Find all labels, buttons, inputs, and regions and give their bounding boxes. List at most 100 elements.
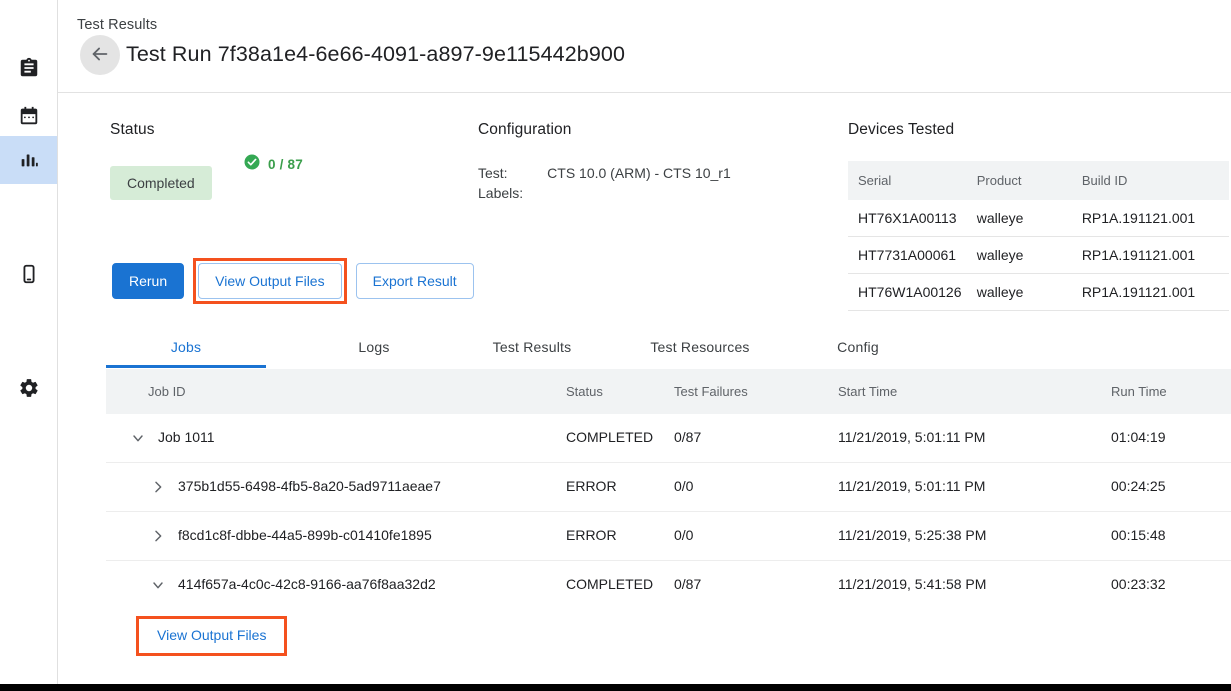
status-count-group: 0 / 87 bbox=[243, 153, 303, 176]
job-failures: 0/87 bbox=[674, 429, 701, 445]
sidebar-item-test-results[interactable] bbox=[0, 136, 57, 184]
table-row: HT76W1A00126 walleye RP1A.191121.001 bbox=[848, 274, 1229, 311]
status-heading: Status bbox=[110, 121, 212, 139]
job-failures: 0/0 bbox=[674, 527, 693, 543]
table-row[interactable]: 375b1d55-6498-4fb5-8a20-5ad9711aeae7 ERR… bbox=[106, 463, 1231, 512]
job-run-time: 01:04:19 bbox=[1111, 429, 1166, 445]
check-circle-icon bbox=[243, 153, 261, 176]
device-build: RP1A.191121.001 bbox=[1082, 237, 1229, 274]
tab-bar: Jobs Logs Test Results Test Resources Co… bbox=[106, 325, 1231, 370]
job-detail-row: View Output Files bbox=[106, 609, 1231, 665]
export-result-button[interactable]: Export Result bbox=[356, 263, 474, 299]
job-status: ERROR bbox=[566, 527, 617, 543]
devices-col-build: Build ID bbox=[1082, 161, 1229, 200]
jobs-col-run-time: Run Time bbox=[1111, 384, 1167, 399]
tab-test-results[interactable]: Test Results bbox=[472, 325, 592, 368]
device-serial: HT76W1A00126 bbox=[848, 274, 977, 311]
job-run-time: 00:24:25 bbox=[1111, 478, 1166, 494]
job-status: COMPLETED bbox=[566, 576, 653, 592]
device-product: walleye bbox=[977, 200, 1082, 237]
tab-jobs[interactable]: Jobs bbox=[106, 325, 266, 368]
action-buttons: Rerun View Output Files Export Result bbox=[112, 263, 474, 304]
devices-col-serial: Serial bbox=[848, 161, 977, 200]
table-row: HT76X1A00113 walleye RP1A.191121.001 bbox=[848, 200, 1229, 237]
configuration-section: Configuration Test: CTS 10.0 (ARM) - CTS… bbox=[478, 121, 731, 205]
view-output-files-button[interactable]: View Output Files bbox=[198, 263, 341, 299]
table-row: HT7731A00061 walleye RP1A.191121.001 bbox=[848, 237, 1229, 274]
sidebar-item-test-plans[interactable] bbox=[0, 92, 57, 140]
status-badge: Completed bbox=[110, 166, 212, 200]
chevron-down-icon[interactable] bbox=[148, 575, 168, 595]
arrow-left-icon bbox=[89, 43, 111, 68]
devices-heading: Devices Tested bbox=[848, 121, 1231, 139]
job-start-time: 11/21/2019, 5:41:58 PM bbox=[838, 576, 986, 592]
job-status: ERROR bbox=[566, 478, 617, 494]
devices-section: Devices Tested Serial Product Build ID H… bbox=[848, 121, 1231, 311]
gear-icon bbox=[18, 377, 40, 399]
calendar-icon bbox=[18, 105, 40, 127]
job-id: f8cd1c8f-dbbe-44a5-899b-c01410fe1895 bbox=[178, 527, 432, 543]
jobs-table-header: Job ID Status Test Failures Start Time R… bbox=[106, 369, 1231, 414]
job-id: 375b1d55-6498-4fb5-8a20-5ad9711aeae7 bbox=[178, 478, 441, 494]
configuration-heading: Configuration bbox=[478, 121, 731, 139]
config-value-labels bbox=[547, 185, 731, 205]
jobs-col-status: Status bbox=[566, 384, 603, 399]
tab-config-label: Config bbox=[837, 339, 879, 355]
breadcrumb[interactable]: Test Results bbox=[77, 17, 157, 33]
back-button[interactable] bbox=[80, 35, 120, 75]
app-window: Test Results Test Run 7f38a1e4-6e66-4091… bbox=[0, 0, 1231, 691]
config-row-labels: Labels: bbox=[478, 185, 731, 205]
job-id: Job 1011 bbox=[158, 429, 215, 445]
jobs-col-job-id: Job ID bbox=[148, 384, 186, 399]
chevron-right-icon[interactable] bbox=[148, 477, 168, 497]
sidebar-item-test-suites[interactable] bbox=[0, 44, 57, 92]
page-body: Status Completed 0 / 87 Rerun View Outpu… bbox=[58, 93, 1231, 684]
jobs-col-test-failures: Test Failures bbox=[674, 384, 748, 399]
tab-logs-label: Logs bbox=[358, 339, 389, 355]
table-row[interactable]: 414f657a-4c0c-42c8-9166-aa76f8aa32d2 COM… bbox=[106, 561, 1231, 609]
chevron-right-icon[interactable] bbox=[148, 526, 168, 546]
sidebar-item-settings[interactable] bbox=[0, 364, 57, 412]
tab-test-resources-label: Test Resources bbox=[650, 339, 749, 355]
job-status: COMPLETED bbox=[566, 429, 653, 445]
jobs-col-start-time: Start Time bbox=[838, 384, 897, 399]
job-run-time: 00:15:48 bbox=[1111, 527, 1166, 543]
job-start-time: 11/21/2019, 5:01:11 PM bbox=[838, 478, 985, 494]
job-view-output-files-link[interactable]: View Output Files bbox=[157, 627, 266, 643]
job-start-time: 11/21/2019, 5:25:38 PM bbox=[838, 527, 986, 543]
device-icon bbox=[18, 263, 40, 285]
tab-test-results-label: Test Results bbox=[493, 339, 572, 355]
config-value-test: CTS 10.0 (ARM) - CTS 10_r1 bbox=[547, 165, 731, 185]
config-key-labels: Labels: bbox=[478, 185, 547, 205]
table-row[interactable]: Job 1011 COMPLETED 0/87 11/21/2019, 5:01… bbox=[106, 414, 1231, 463]
table-row[interactable]: f8cd1c8f-dbbe-44a5-899b-c01410fe1895 ERR… bbox=[106, 512, 1231, 561]
device-product: walleye bbox=[977, 274, 1082, 311]
job-failures: 0/87 bbox=[674, 576, 701, 592]
device-build: RP1A.191121.001 bbox=[1082, 200, 1229, 237]
page-title: Test Run 7f38a1e4-6e66-4091-a897-9e11544… bbox=[126, 42, 625, 67]
tab-test-resources[interactable]: Test Resources bbox=[630, 325, 770, 368]
job-view-output-files-highlight[interactable]: View Output Files bbox=[136, 616, 287, 656]
tab-logs[interactable]: Logs bbox=[334, 325, 414, 368]
sidebar-item-devices[interactable] bbox=[0, 250, 57, 298]
status-count-text: 0 / 87 bbox=[268, 157, 303, 172]
job-id: 414f657a-4c0c-42c8-9166-aa76f8aa32d2 bbox=[178, 576, 436, 592]
device-serial: HT76X1A00113 bbox=[848, 200, 977, 237]
tab-jobs-label: Jobs bbox=[171, 339, 201, 355]
tab-config[interactable]: Config bbox=[818, 325, 898, 368]
configuration-table: Test: CTS 10.0 (ARM) - CTS 10_r1 Labels: bbox=[478, 165, 731, 205]
bottom-bar bbox=[0, 684, 1231, 691]
jobs-table: Job ID Status Test Failures Start Time R… bbox=[106, 369, 1231, 665]
chevron-down-icon[interactable] bbox=[128, 428, 148, 448]
devices-col-product: Product bbox=[977, 161, 1082, 200]
device-build: RP1A.191121.001 bbox=[1082, 274, 1229, 311]
status-section: Status Completed bbox=[110, 121, 212, 200]
view-output-files-highlight: View Output Files bbox=[193, 258, 346, 304]
rerun-button[interactable]: Rerun bbox=[112, 263, 184, 299]
job-failures: 0/0 bbox=[674, 478, 693, 494]
bar-chart-icon bbox=[18, 149, 40, 171]
device-product: walleye bbox=[977, 237, 1082, 274]
page-header: Test Results Test Run 7f38a1e4-6e66-4091… bbox=[58, 0, 1231, 93]
job-run-time: 00:23:32 bbox=[1111, 576, 1166, 592]
config-row-test: Test: CTS 10.0 (ARM) - CTS 10_r1 bbox=[478, 165, 731, 185]
